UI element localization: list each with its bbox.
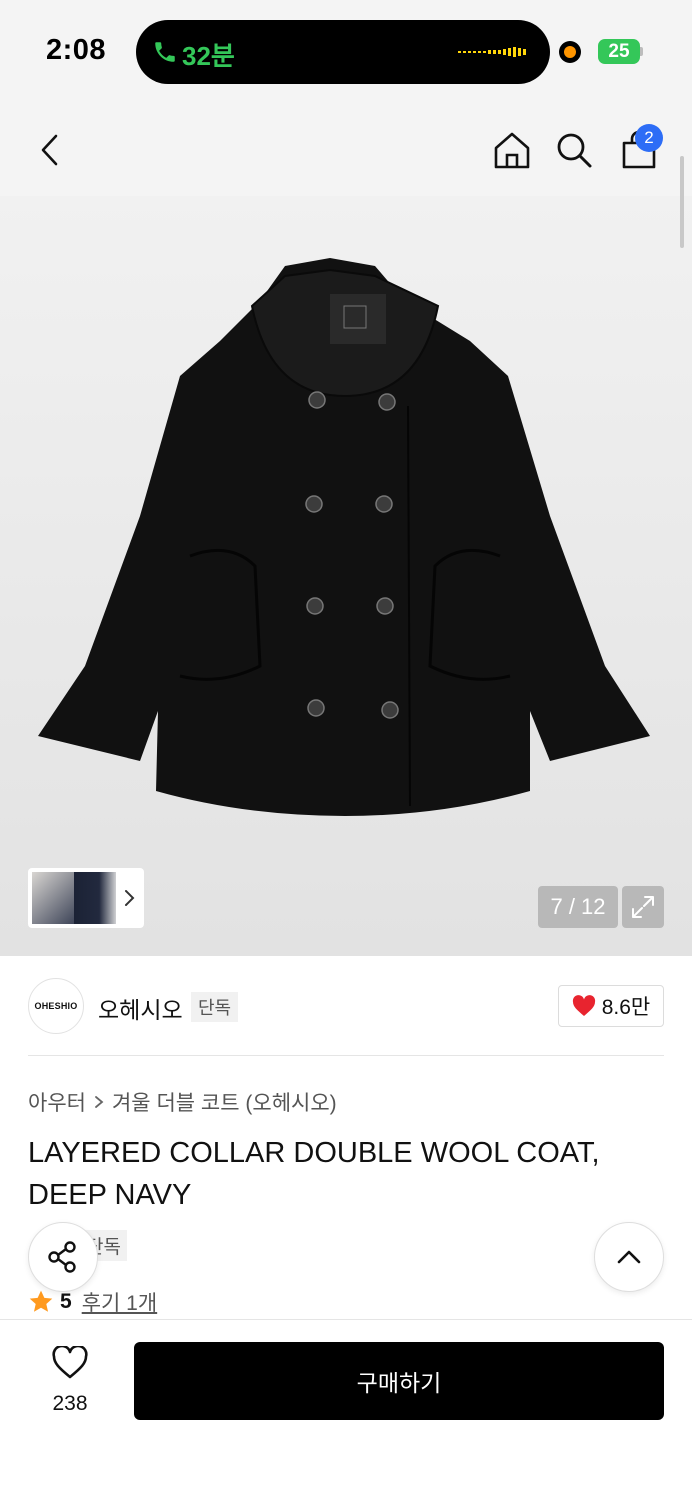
chevron-right-icon [95,1096,104,1108]
bottom-action-bar: 238 구매하기 [0,1319,692,1500]
exclusive-badge: 단독 [191,992,239,1022]
thumbnail-strip[interactable] [28,868,144,928]
recording-indicator-icon [559,41,581,63]
share-button[interactable] [28,1222,98,1292]
rating-score: 5 [60,1290,72,1313]
home-icon [494,132,530,169]
chevron-left-icon [41,134,58,166]
brand-logo-text: OHESHIO [34,1001,78,1011]
expand-icon [632,896,654,918]
image-counter: 7 / 12 [538,886,618,928]
rating-summary: 5 후기 1개 [28,1287,157,1317]
cart-count-badge: 2 [635,124,663,152]
audio-wave-icon [458,47,526,57]
wishlist-count: 238 [52,1392,88,1415]
product-image [38,258,650,816]
breadcrumb-category[interactable]: 아우터 [28,1087,86,1117]
search-button[interactable] [550,126,598,174]
home-button[interactable] [488,126,536,174]
top-nav [0,104,692,196]
brand-name[interactable]: 오헤시오 [98,991,183,1025]
brand-like-button[interactable]: 8.6만 [558,985,664,1027]
share-icon [48,1241,76,1273]
thumbnail-image[interactable] [74,872,116,924]
chevron-right-icon [125,890,135,906]
battery-level: 25 [608,41,630,62]
breadcrumb-subcategory[interactable]: 겨울 더블 코트 (오헤시오) [112,1087,337,1117]
review-count-link[interactable]: 후기 1개 [82,1287,157,1317]
search-icon [557,133,592,168]
product-image-gallery[interactable]: 7 / 12 [0,196,692,956]
battery-cap [640,47,643,56]
call-duration: 32분 [182,41,235,71]
phone-icon [155,42,175,62]
product-title: LAYERED COLLAR DOUBLE WOOL COAT, DEEP NA… [28,1137,600,1211]
divider [28,1055,664,1056]
fullscreen-button[interactable] [622,886,664,928]
thumbnail-image[interactable] [32,872,76,924]
chevron-up-icon [617,1250,641,1264]
status-time: 2:08 [46,34,107,66]
brand-like-count: 8.6만 [601,996,651,1019]
wishlist-button[interactable]: 238 [36,1344,104,1416]
scrollbar[interactable] [680,156,684,248]
heart-outline-icon [52,1344,88,1379]
back-button[interactable] [26,126,74,174]
dynamic-island[interactable]: 32분 [136,20,550,84]
star-icon [29,1290,53,1312]
battery-icon: 25 [598,39,640,64]
buy-button[interactable]: 구매하기 [134,1342,664,1420]
brand-logo[interactable]: OHESHIO [28,978,84,1034]
scroll-to-top-button[interactable] [594,1222,664,1292]
status-bar: 2:08 32분 25 [0,0,692,104]
heart-filled-icon [572,995,595,1016]
breadcrumb: 아우터 겨울 더블 코트 (오헤시오) [28,1087,337,1117]
